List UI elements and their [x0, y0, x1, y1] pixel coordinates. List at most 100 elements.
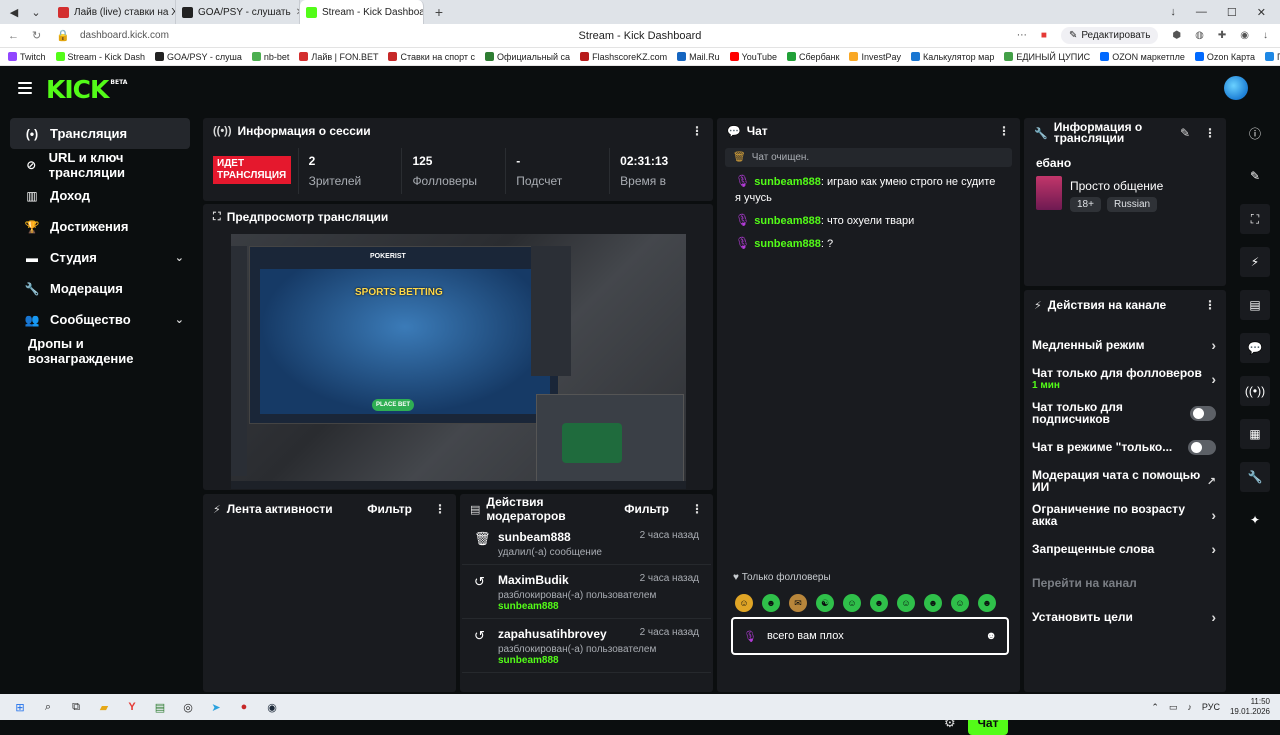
channel-action-item[interactable]: Запрещенные слова ›	[1024, 532, 1226, 566]
bookmark-item[interactable]: YouTube	[729, 52, 777, 62]
emote-icon[interactable]: ☯	[816, 594, 834, 612]
bookmark-item[interactable]: Ozon Карта	[1194, 52, 1255, 62]
mod-actions-menu-icon[interactable]: ⋮	[691, 502, 703, 516]
bookmark-item[interactable]: Stream - Kick Dash	[55, 52, 145, 62]
close-window-button[interactable]: ✕	[1257, 6, 1266, 19]
toggle-switch[interactable]	[1190, 405, 1216, 421]
app-icon[interactable]: ◎	[180, 699, 196, 715]
emote-icon[interactable]: ☻	[870, 594, 888, 612]
more-icon[interactable]: ⋯	[1017, 30, 1027, 41]
lightning-icon[interactable]: ⚡	[1240, 247, 1270, 277]
chat-username[interactable]: sunbeam888	[754, 215, 821, 227]
bookmark-item[interactable]: Госуслуги	[1264, 52, 1280, 62]
channel-action-item[interactable]: Ограничение по возрасту акка ›	[1024, 498, 1226, 532]
mod-action-user[interactable]: MaximBudik	[498, 573, 569, 587]
user-avatar[interactable]	[1224, 76, 1248, 100]
bookmark-item[interactable]: Ставки на спорт с	[388, 52, 475, 62]
mod-action-user[interactable]: sunbeam888	[498, 530, 571, 544]
channel-action-item[interactable]: Медленный режим ›	[1024, 328, 1226, 362]
channel-actions-menu-icon[interactable]: ⋮	[1204, 298, 1216, 312]
volume-icon[interactable]: ♪	[1187, 702, 1192, 712]
emote-icon[interactable]: ☺	[897, 594, 915, 612]
channel-action-item[interactable]: Установить цели ›	[1024, 600, 1226, 634]
puzzle-icon[interactable]: ✚	[1218, 30, 1226, 41]
tab-list-chevron-icon[interactable]: ⌄	[28, 4, 44, 20]
chat-username[interactable]: sunbeam888	[754, 176, 821, 188]
channel-action-item[interactable]: Чат только для фолловеров 1 мин ›	[1024, 362, 1226, 396]
stream-info-menu-icon[interactable]: ⋮	[1204, 126, 1216, 140]
bookmark-item[interactable]: Лайв | FON.BET	[299, 52, 378, 62]
bookmark-item[interactable]: Сбербанк	[787, 52, 839, 62]
hamburger-menu-icon[interactable]	[18, 82, 32, 94]
edit-button[interactable]: ✎ Редактировать	[1060, 27, 1159, 44]
search-icon[interactable]: ⌕	[40, 699, 56, 715]
download-icon[interactable]: ↓	[1263, 30, 1268, 41]
chat-input[interactable]	[766, 630, 967, 642]
bookmark-item[interactable]: Mail.Ru	[677, 52, 720, 62]
steam-icon[interactable]: ◉	[264, 699, 280, 715]
activity-menu-icon[interactable]: ⋮	[434, 502, 446, 516]
stream-tag[interactable]: Russian	[1106, 197, 1158, 212]
bookmark-item[interactable]: OZON маркетпле	[1100, 52, 1185, 62]
emote-icon[interactable]: ✉	[789, 594, 807, 612]
emote-icon[interactable]: ☺	[843, 594, 861, 612]
mod-action-target[interactable]: sunbeam888	[498, 601, 699, 612]
emote-icon[interactable]: ☺	[951, 594, 969, 612]
downloads-icon[interactable]: ↓	[1170, 6, 1176, 19]
windows-start-icon[interactable]: ⊞	[12, 699, 28, 715]
edit-stream-icon[interactable]: ✎	[1180, 126, 1190, 140]
sidebar-item[interactable]: 🔧 Модерация	[10, 273, 190, 304]
pencil-icon[interactable]: ✎	[1240, 161, 1270, 191]
bookmark-item[interactable]: Калькулятор мар	[910, 52, 994, 62]
new-tab-button[interactable]: +	[430, 3, 448, 21]
sidebar-item[interactable]: ⊘ URL и ключ трансляции	[10, 149, 190, 180]
sidebar-item[interactable]: ▬ Студия ⌄	[10, 242, 190, 273]
mod-action-user[interactable]: zapahusatihbrovey	[498, 627, 607, 641]
sound-icon[interactable]: ◀	[6, 4, 22, 20]
category-name[interactable]: Просто общение	[1070, 179, 1163, 193]
chat-menu-icon[interactable]: ⋮	[998, 124, 1010, 138]
sidebar-item[interactable]: ▥ Доход	[10, 180, 190, 211]
bookmark-item[interactable]: InvestPay	[849, 52, 901, 62]
browser-tab[interactable]: GOA/PSY - слушать✕	[176, 0, 300, 24]
emote-icon[interactable]: ☻	[978, 594, 996, 612]
url-field[interactable]: dashboard.kick.com	[80, 30, 169, 41]
kick-logo[interactable]: KICK BETA	[46, 75, 127, 104]
back-icon[interactable]: ←	[8, 30, 24, 42]
channel-action-item[interactable]: Чат только для подписчиков	[1024, 396, 1226, 430]
bookmark-item[interactable]: GOA/PSY - слуша	[155, 52, 242, 62]
browser-tab[interactable]: Stream - Kick Dashboar✕	[300, 0, 424, 24]
sidebar-item[interactable]: (•) Трансляция	[10, 118, 190, 149]
task-view-icon[interactable]: ⧉	[68, 699, 84, 715]
stream-tag[interactable]: 18+	[1070, 197, 1101, 212]
preview-toggle-icon[interactable]: ⛶	[1240, 204, 1270, 234]
extension-icon[interactable]: ⬢	[1172, 30, 1181, 41]
activity-filter-button[interactable]: Фильтр	[367, 502, 412, 516]
bookmark-item[interactable]: FlashscoreKZ.com	[580, 52, 667, 62]
maximize-button[interactable]: ☐	[1227, 6, 1237, 19]
tray-chevron-icon[interactable]: ⌃	[1151, 702, 1159, 713]
bookmark-item[interactable]: ЕДИНЫЙ ЦУПИС	[1004, 52, 1090, 62]
clipboard-icon[interactable]: ▤	[1240, 290, 1270, 320]
bookmark-item[interactable]: Twitch	[8, 52, 46, 62]
broadcast-icon[interactable]: ((•))	[1240, 376, 1270, 406]
mod-actions-toggle-icon[interactable]: ▦	[1240, 419, 1270, 449]
channel-action-item[interactable]: Чат в режиме "только...	[1024, 430, 1226, 464]
telegram-icon[interactable]: ➤	[208, 699, 224, 715]
category-image[interactable]	[1036, 176, 1062, 210]
folder-icon[interactable]: ▰	[96, 699, 112, 715]
network-icon[interactable]: ▭	[1169, 702, 1178, 713]
channel-action-item[interactable]: Перейти на канал	[1024, 566, 1226, 600]
mod-action-target[interactable]: sunbeam888	[498, 655, 699, 666]
sidebar-item[interactable]: 🏆 Достижения	[10, 211, 190, 242]
yandex-browser-icon[interactable]: Y	[124, 699, 140, 715]
browser-tab[interactable]: Лайв (live) ставки на Хок✕	[52, 0, 176, 24]
sidebar-item[interactable]: 👥 Сообщество ⌄	[10, 304, 190, 335]
bookmark-item[interactable]: nb-bet	[251, 52, 289, 62]
clock[interactable]: 11:50 19.01.2026	[1230, 697, 1270, 717]
profile-icon[interactable]: ◉	[1240, 30, 1249, 41]
emote-icon[interactable]: ☻	[762, 594, 780, 612]
mod-actions-filter-button[interactable]: Фильтр	[624, 502, 669, 516]
emoji-icon[interactable]: ☻	[985, 630, 997, 642]
chat-input-box[interactable]: 🎙 ☻	[731, 617, 1009, 655]
